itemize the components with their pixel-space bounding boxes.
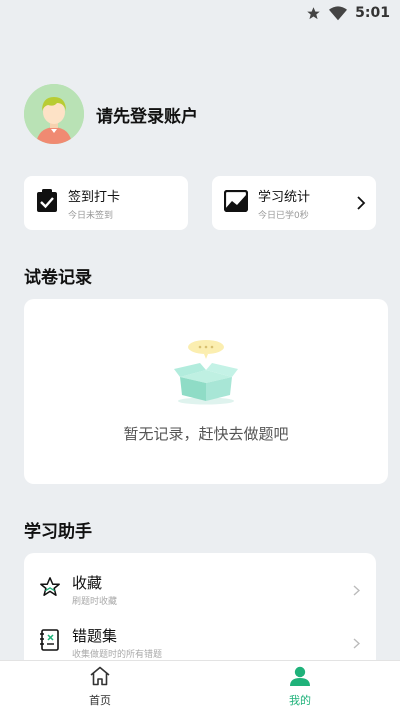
checkin-title: 签到打卡 [68,189,121,205]
checkin-subtitle: 今日未签到 [68,210,114,221]
tab-mine[interactable]: 我的 [200,661,400,711]
notebook-icon [39,629,61,655]
assistant-section-title: 学习助手 [24,522,92,542]
quick-actions: 签到打卡 今日未签到 学习统计 今日已学0秒 [24,176,376,230]
home-icon [89,666,111,690]
study-stats-title: 学习统计 [258,189,311,205]
person-icon [289,666,311,690]
star-outline-icon [39,576,61,602]
chevron-right-icon [353,634,361,653]
tab-home[interactable]: 首页 [0,661,200,711]
favorites-title: 收藏 [72,574,103,592]
wrong-answers-title: 错题集 [72,627,118,645]
chevron-right-icon [353,581,361,600]
tab-mine-label: 我的 [289,694,311,707]
records-card: 暂无记录，赶快去做题吧 [24,299,388,484]
trending-chart-icon [223,189,249,216]
study-stats-card[interactable]: 学习统计 今日已学0秒 [212,176,376,230]
bottom-tab-bar: 首页 我的 [0,660,400,711]
wrong-answers-subtitle: 收集做题时的所有错题 [72,650,163,660]
favorites-subtitle: 刷题时收藏 [72,597,118,607]
status-time: 5:01 [355,5,390,21]
records-section-title: 试卷记录 [24,268,92,288]
empty-box-icon [174,335,238,411]
chevron-right-icon [356,195,366,214]
tab-home-label: 首页 [89,694,111,707]
clipboard-check-icon [36,189,58,217]
assistant-card: 收藏 刷题时收藏 错题集 收集做题时的所有错题 [24,553,376,673]
avatar[interactable] [24,84,84,144]
favorites-item[interactable]: 收藏 刷题时收藏 [24,561,376,611]
profile-header[interactable]: 请先登录账户 [24,84,198,144]
empty-records-text: 暂无记录，赶快去做题吧 [123,425,289,443]
wrong-answers-item[interactable]: 错题集 收集做题时的所有错题 [24,614,376,664]
status-bar: 5:01 [0,0,400,26]
star-icon [306,6,321,21]
checkin-card[interactable]: 签到打卡 今日未签到 [24,176,188,230]
study-stats-subtitle: 今日已学0秒 [258,210,309,221]
login-prompt[interactable]: 请先登录账户 [96,102,198,127]
wifi-icon [329,5,348,21]
